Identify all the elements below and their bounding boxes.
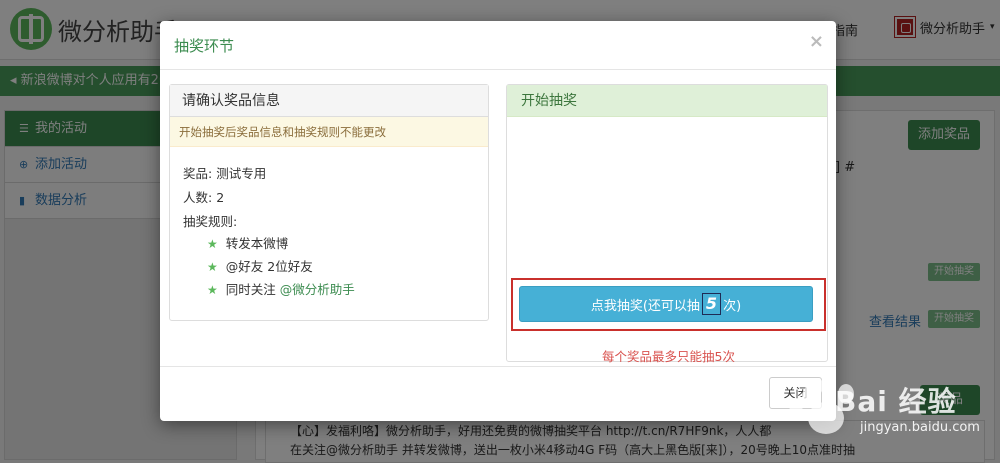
rule-text: 同时关注 [225, 282, 280, 297]
rule-item: ★ 同时关注 @微分析助手 [207, 279, 355, 298]
prize-value: 测试专用 [216, 166, 267, 181]
follow-account-link[interactable]: @微分析助手 [280, 282, 355, 297]
count-value: 2 [216, 190, 225, 205]
rules-label: 抽奖规则: [183, 214, 238, 229]
close-icon[interactable]: × [809, 31, 824, 52]
rule-text: 转发本微博 [225, 236, 289, 251]
rule-item: ★ 转发本微博 [207, 233, 288, 252]
star-icon: ★ [207, 260, 218, 274]
close-button[interactable]: 关闭 [769, 377, 822, 409]
modal-title: 抽奖环节 [174, 37, 235, 55]
rule-text: @好友 2位好友 [225, 259, 313, 274]
prize-info-heading: 请确认奖品信息 [170, 85, 488, 117]
draw-button-suffix: 次) [723, 298, 742, 314]
rule-item: ★ @好友 2位好友 [207, 256, 313, 275]
divider [160, 366, 836, 367]
watermark-url: jingyan.baidu.com [860, 420, 980, 435]
prize-label: 奖品: [183, 166, 213, 181]
prize-info-panel: 请确认奖品信息 开始抽奖后奖品信息和抽奖规则不能更改 奖品: 测试专用 人数: … [169, 84, 489, 321]
start-draw-heading: 开始抽奖 [507, 85, 827, 117]
star-icon: ★ [207, 283, 218, 297]
warning-message: 开始抽奖后奖品信息和抽奖规则不能更改 [170, 117, 488, 147]
watermark-text: Bai 经验 [835, 385, 957, 418]
draw-button[interactable]: 点我抽奖(还可以抽 5 次) [519, 286, 813, 322]
winner-count-row: 人数: 2 [183, 187, 224, 206]
draw-modal: 抽奖环节 × 请确认奖品信息 开始抽奖后奖品信息和抽奖规则不能更改 奖品: 测试… [160, 21, 836, 421]
draw-button-prefix: 点我抽奖(还可以抽 [590, 298, 700, 314]
remaining-draws: 5 [701, 293, 722, 315]
prize-row: 奖品: 测试专用 [183, 163, 266, 182]
divider [160, 69, 836, 70]
draw-limit-note: 每个奖品最多只能抽5次 [602, 349, 735, 364]
star-icon: ★ [207, 237, 218, 251]
count-label: 人数: [183, 190, 213, 205]
